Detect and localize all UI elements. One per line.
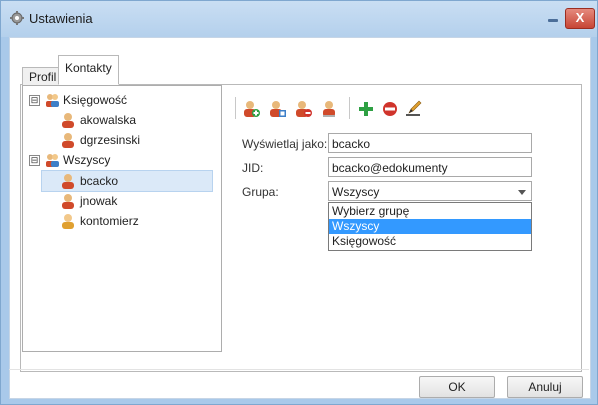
user-edit-icon[interactable] (269, 100, 287, 118)
tree-item-label: bcacko (80, 174, 119, 188)
tree-group-label: Wszyscy (63, 153, 111, 167)
plus-icon[interactable] (357, 100, 375, 118)
group-select-value: Wszyscy (332, 185, 380, 199)
chevron-down-icon[interactable] (518, 190, 526, 195)
user-icon (62, 194, 74, 209)
display-as-label: Wyświetlaj jako: (242, 137, 328, 151)
tree-group-label: Księgowość (63, 93, 128, 107)
minimize-button[interactable] (547, 16, 559, 23)
tree-item-jnowak[interactable]: jnowak (60, 191, 210, 211)
group-label: Grupa: (242, 185, 279, 199)
tree-group-wszyscy[interactable]: ⊟ Wszyscy (29, 150, 209, 170)
jid-label: JID: (242, 161, 264, 175)
settings-window: Ustawienia X Profil Kontakty ⊟ Księgowoś… (0, 0, 598, 405)
group-option[interactable]: Wybierz grupę (329, 204, 531, 219)
user-add-icon[interactable] (243, 100, 261, 118)
tree-item-label: akowalska (80, 113, 137, 127)
tree-item-kontomierz[interactable]: kontomierz (60, 211, 210, 231)
edit-icon[interactable] (405, 100, 423, 118)
ok-button[interactable]: OK (419, 376, 495, 398)
settings-gear-icon (10, 11, 24, 25)
group-option-selected[interactable]: Wszyscy (329, 219, 531, 234)
user-icon (62, 214, 74, 229)
collapse-toggle-icon[interactable]: ⊟ (29, 95, 40, 106)
contacts-tree[interactable]: ⊟ Księgowość akowalska dgrzesinski ⊟ Wsz… (22, 85, 222, 352)
tab-kontakty[interactable]: Kontakty (58, 55, 119, 85)
toolbar-divider (349, 97, 350, 119)
tree-item-label: dgrzesinski (80, 133, 141, 147)
user-icon (62, 174, 74, 189)
group-icon (46, 94, 59, 107)
user-remove-icon[interactable] (295, 100, 313, 118)
tree-item-label: jnowak (80, 194, 118, 208)
cancel-button[interactable]: Anuluj (507, 376, 583, 398)
user-icon[interactable] (321, 100, 339, 118)
display-as-input[interactable]: bcacko (328, 133, 532, 153)
title-bar[interactable]: Ustawienia X (1, 1, 597, 37)
close-button[interactable]: X (565, 8, 595, 29)
tree-item-akowalska[interactable]: akowalska (60, 110, 210, 130)
group-option[interactable]: Księgowość (329, 234, 531, 249)
tree-item-bcacko[interactable]: bcacko (41, 170, 213, 192)
group-dropdown-list[interactable]: Wybierz grupę Wszyscy Księgowość (328, 202, 532, 251)
footer-divider (9, 369, 589, 370)
user-icon (62, 133, 74, 148)
minus-icon[interactable] (381, 100, 399, 118)
group-icon (46, 154, 59, 167)
toolbar-divider (235, 97, 236, 119)
tree-item-dgrzesinski[interactable]: dgrzesinski (60, 130, 210, 150)
jid-input[interactable]: bcacko@edokumenty (328, 157, 532, 177)
collapse-toggle-icon[interactable]: ⊟ (29, 155, 40, 166)
group-select[interactable]: Wszyscy (328, 181, 532, 201)
window-title: Ustawienia (29, 11, 93, 26)
tree-item-label: kontomierz (80, 214, 139, 228)
tree-group-ksiegowosc[interactable]: ⊟ Księgowość (29, 90, 209, 110)
user-icon (62, 113, 74, 128)
